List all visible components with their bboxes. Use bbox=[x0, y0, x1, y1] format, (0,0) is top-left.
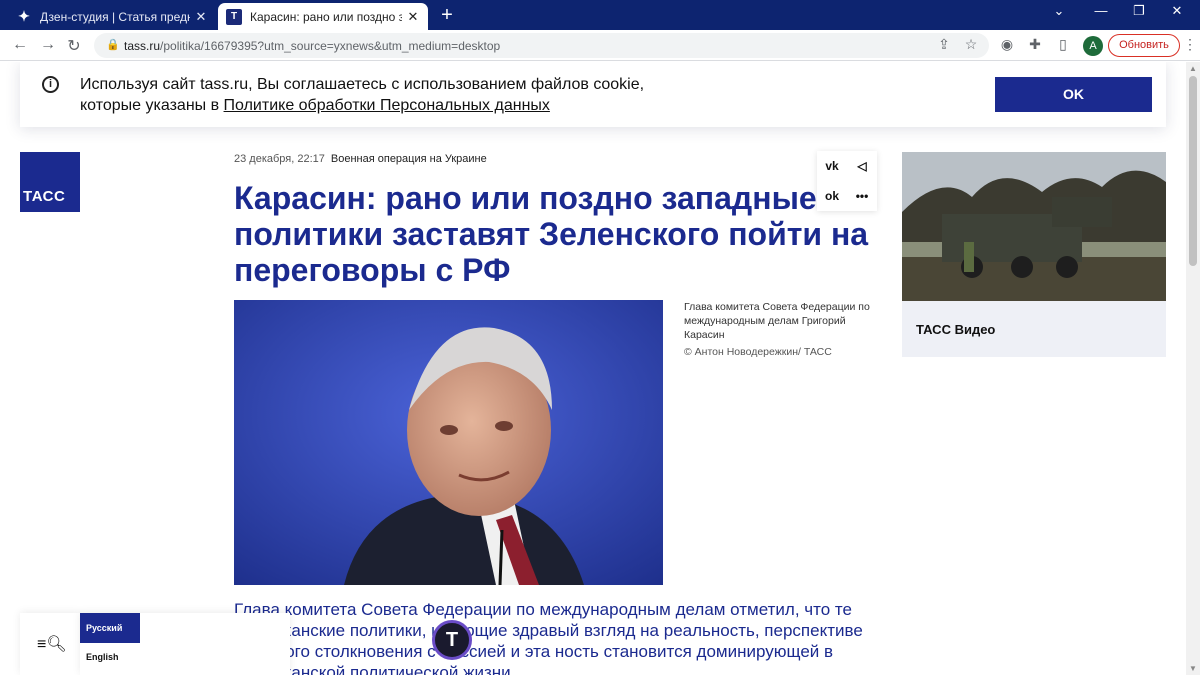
reload-icon[interactable]: ↻ bbox=[64, 36, 84, 56]
vk-share-icon[interactable]: vk bbox=[817, 151, 847, 181]
update-button[interactable]: Обновить bbox=[1108, 34, 1180, 57]
tass-video-widget[interactable]: ТАСС Видео bbox=[902, 152, 1166, 357]
side-panel-icon[interactable]: ▯ bbox=[1054, 36, 1072, 53]
back-icon[interactable]: ← bbox=[10, 36, 30, 54]
close-window-icon[interactable]: ✕ bbox=[1162, 3, 1192, 19]
lock-icon[interactable]: 🔒 bbox=[106, 38, 120, 51]
menu-search-icon: ≡🔍︎ bbox=[37, 636, 67, 653]
avatar[interactable]: A bbox=[1083, 36, 1103, 56]
scrollbar[interactable]: ▲ ▼ bbox=[1186, 62, 1200, 675]
privacy-policy-link[interactable]: Политике обработки Персональных данных bbox=[224, 97, 550, 114]
url-text: tass.ru/politika/16679395?utm_source=yxn… bbox=[124, 39, 501, 53]
tab-title: Дзен-студия | Статья предновогодняя bbox=[40, 9, 190, 24]
address-bar[interactable]: 🔒 tass.ru/politika/16679395?utm_source=y… bbox=[94, 33, 989, 58]
cookie-ok-button[interactable]: OK bbox=[995, 77, 1152, 112]
tab-dzen-studio[interactable]: ✦ Дзен-студия | Статья предновогодняя ✕ bbox=[8, 3, 216, 30]
language-english[interactable]: English bbox=[86, 652, 119, 662]
toolbar: ← → ↻ 🔒 tass.ru/politika/16679395?utm_so… bbox=[0, 30, 1200, 61]
close-tab-icon[interactable]: ✕ bbox=[406, 9, 420, 25]
article-headline: Карасин: рано или поздно западные полити… bbox=[234, 180, 869, 288]
page: ТАСС 23 декабря, 22:17 Военная операция н… bbox=[0, 62, 1186, 675]
extension-icon[interactable]: ◉ bbox=[998, 36, 1016, 53]
tab-search-chevron-icon[interactable]: ⌄ bbox=[1044, 3, 1074, 19]
scroll-thumb[interactable] bbox=[1189, 76, 1197, 266]
article-rubric[interactable]: Военная операция на Украине bbox=[331, 153, 487, 165]
tab-strip: ✦ Дзен-студия | Статья предновогодняя ✕ … bbox=[0, 0, 1200, 30]
tass-logo[interactable]: ТАСС bbox=[20, 152, 80, 212]
scroll-down-icon[interactable]: ▼ bbox=[1189, 664, 1197, 673]
article-photo bbox=[234, 300, 663, 585]
article-date: 23 декабря, 22:17 bbox=[234, 153, 325, 165]
video-thumbnail[interactable] bbox=[902, 152, 1166, 301]
new-tab-icon[interactable]: + bbox=[436, 4, 458, 26]
info-icon: i bbox=[42, 76, 59, 93]
telegram-share-icon[interactable]: ◁ bbox=[847, 151, 877, 181]
share-page-icon[interactable]: ⇪ bbox=[935, 36, 953, 53]
forward-icon[interactable]: → bbox=[38, 36, 58, 54]
menu-search-button[interactable]: ≡🔍︎ bbox=[20, 613, 80, 675]
scroll-up-icon[interactable]: ▲ bbox=[1189, 64, 1197, 73]
restore-icon[interactable]: ❐ bbox=[1124, 3, 1154, 19]
more-menu-icon[interactable]: ⋮ bbox=[1183, 36, 1197, 53]
floating-tass-button[interactable]: T bbox=[432, 620, 472, 660]
tab-tass-article[interactable]: T Карасин: рано или поздно западные ✕ bbox=[218, 3, 428, 30]
puzzle-icon[interactable]: ✚ bbox=[1026, 36, 1044, 53]
language-russian[interactable]: Русский bbox=[80, 613, 140, 643]
article-meta: 23 декабря, 22:17 Военная операция на Укр… bbox=[234, 153, 487, 165]
cookie-text: Используя сайт tass.ru, Вы соглашаетесь … bbox=[80, 76, 645, 114]
photo-caption: Глава комитета Совета Федерации по между… bbox=[684, 301, 870, 341]
dzen-favicon-icon: ✦ bbox=[18, 8, 30, 24]
bookmark-star-icon[interactable]: ☆ bbox=[962, 36, 980, 53]
close-tab-icon[interactable]: ✕ bbox=[194, 9, 208, 25]
tab-title: Карасин: рано или поздно западные bbox=[250, 9, 402, 24]
minimize-icon[interactable]: — bbox=[1086, 3, 1116, 18]
photo-credit: © Антон Новодережкин/ ТАСС bbox=[684, 346, 832, 358]
video-widget-label: ТАСС Видео bbox=[916, 322, 996, 337]
cookie-banner: i Используя сайт tass.ru, Вы соглашаетес… bbox=[20, 62, 1166, 127]
tass-favicon-icon: T bbox=[226, 8, 242, 25]
article-lead: Глава комитета Совета Федерации по между… bbox=[234, 600, 863, 675]
